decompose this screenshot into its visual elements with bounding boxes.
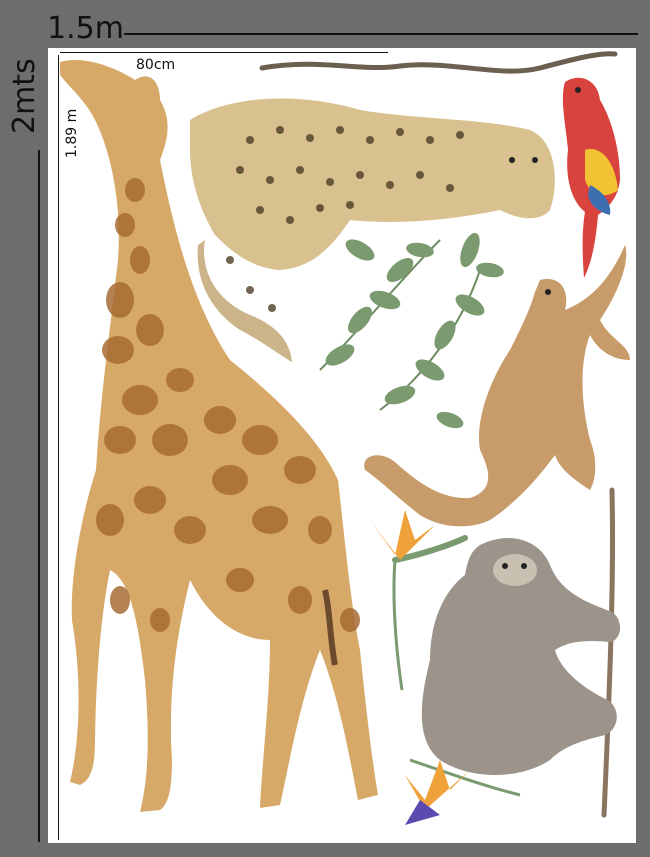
sloth [421,487,621,818]
illustration-canvas [60,51,630,825]
vine-branch [259,51,618,74]
cheetah [190,98,555,362]
parrot [562,77,620,278]
leaf-branches [319,232,504,429]
monkey [364,245,630,527]
